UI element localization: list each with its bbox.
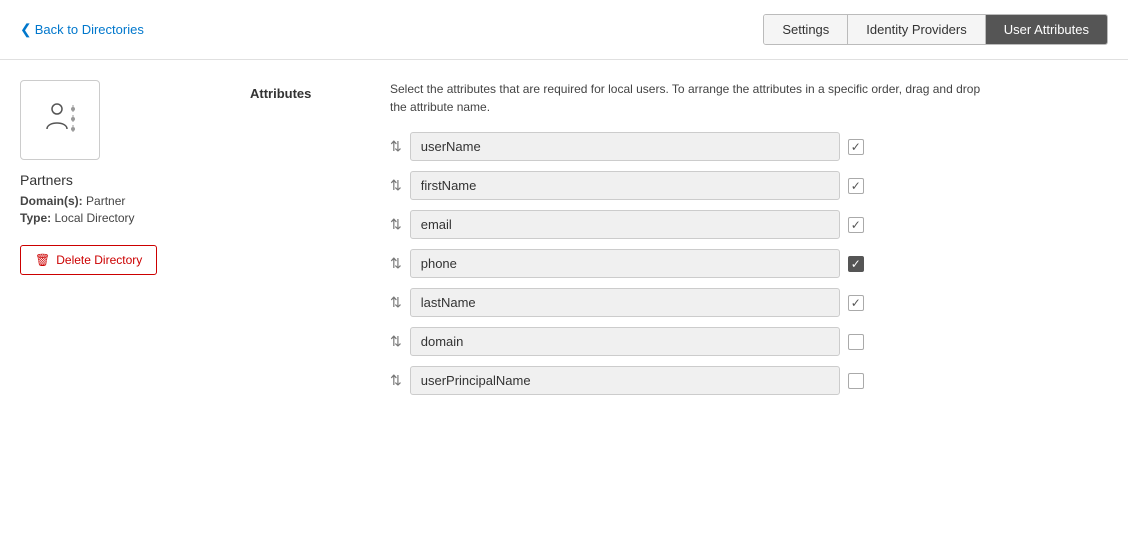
attributes-description: Select the attributes that are required … [390,80,990,116]
domains-meta: Domain(s): Partner [20,194,220,208]
drag-handle-domain[interactable]: ⇅ [390,333,402,350]
attribute-checkbox-firstname[interactable]: ✓ [848,178,864,194]
tab-group: Settings Identity Providers User Attribu… [763,14,1108,45]
drag-handle-lastname[interactable]: ⇅ [390,294,402,311]
attributes-panel: Select the attributes that are required … [390,80,1078,405]
attribute-checkbox-userprincipalname[interactable] [848,373,864,389]
sidebar: Partners Domain(s): Partner Type: Local … [20,80,220,405]
attribute-row-userprincipalname: ⇅ [390,366,1078,395]
attributes-content: Attributes Select the attributes that ar… [220,80,1108,405]
attribute-row-username: ⇅ ✓ [390,132,1078,161]
domains-value: Partner [86,194,125,208]
back-to-directories-link[interactable]: ❮ Back to Directories [20,21,144,38]
attributes-section-label: Attributes [250,80,350,405]
attribute-row-phone: ⇅ ✓ [390,249,1078,278]
directory-svg-icon [35,95,85,145]
directory-icon [20,80,100,160]
attribute-checkbox-email[interactable]: ✓ [848,217,864,233]
delete-directory-label: Delete Directory [56,253,142,267]
attribute-input-username [410,132,840,161]
attribute-checkbox-phone[interactable]: ✓ [848,256,864,272]
attribute-input-userprincipalname [410,366,840,395]
drag-handle-username[interactable]: ⇅ [390,138,402,155]
domains-label: Domain(s): [20,194,83,208]
attribute-checkbox-username[interactable]: ✓ [848,139,864,155]
attribute-input-firstname [410,171,840,200]
attribute-input-lastname [410,288,840,317]
attribute-row-domain: ⇅ [390,327,1078,356]
tab-identity-providers[interactable]: Identity Providers [848,15,985,44]
page-header: ❮ Back to Directories Settings Identity … [0,0,1128,60]
attribute-row-lastname: ⇅ ✓ [390,288,1078,317]
drag-handle-userprincipalname[interactable]: ⇅ [390,372,402,389]
attribute-row-email: ⇅ ✓ [390,210,1078,239]
directory-name: Partners [20,172,220,188]
attribute-row-firstname: ⇅ ✓ [390,171,1078,200]
drag-handle-phone[interactable]: ⇅ [390,255,402,272]
tab-settings[interactable]: Settings [764,15,848,44]
type-meta: Type: Local Directory [20,211,220,225]
drag-handle-email[interactable]: ⇅ [390,216,402,233]
attribute-input-domain [410,327,840,356]
back-link-label: Back to Directories [35,22,144,37]
content-layout: Attributes Select the attributes that ar… [250,80,1078,405]
type-value: Local Directory [54,211,134,225]
drag-handle-firstname[interactable]: ⇅ [390,177,402,194]
chevron-left-icon: ❮ [20,21,32,38]
trash-icon: 🗑 [35,253,50,267]
tab-user-attributes[interactable]: User Attributes [986,15,1107,44]
type-label: Type: [20,211,51,225]
attribute-checkbox-domain[interactable] [848,334,864,350]
attribute-input-email [410,210,840,239]
attribute-input-phone [410,249,840,278]
attribute-checkbox-lastname[interactable]: ✓ [848,295,864,311]
delete-directory-button[interactable]: 🗑 Delete Directory [20,245,157,275]
main-content: Partners Domain(s): Partner Type: Local … [0,60,1128,425]
